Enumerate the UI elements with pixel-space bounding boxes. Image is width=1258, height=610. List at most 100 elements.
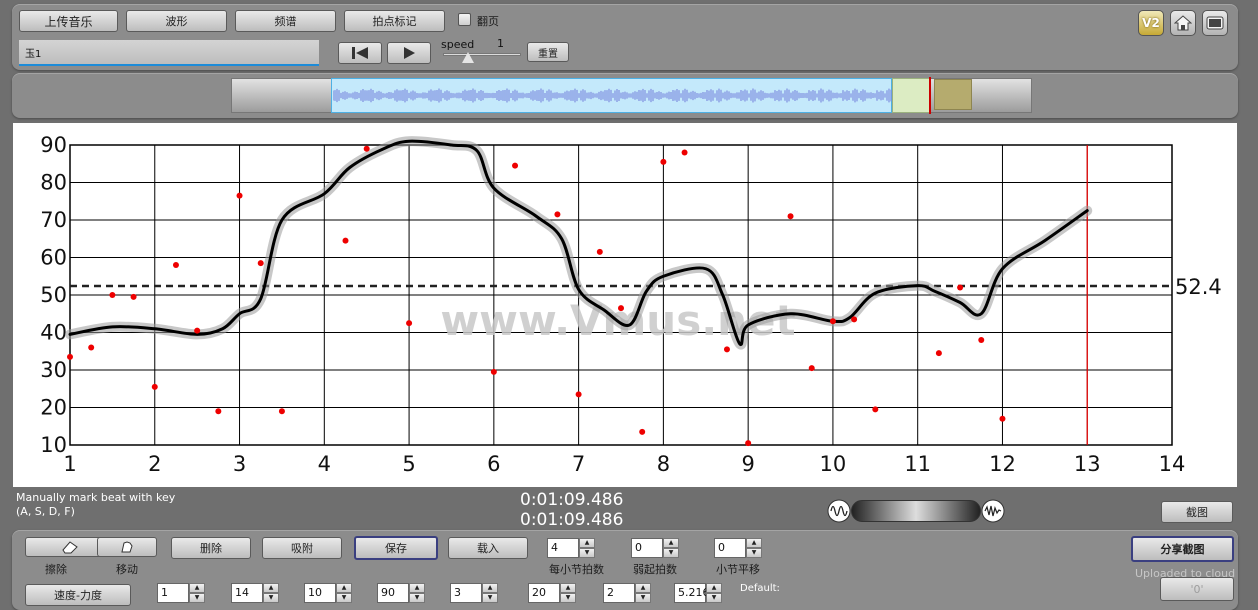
beat-point[interactable] (999, 415, 1006, 422)
parameter-stepper[interactable]: 10 ▲ ▼ (304, 583, 352, 603)
beat-point[interactable] (596, 248, 603, 255)
wave-left-icon[interactable] (827, 499, 851, 523)
beat-point[interactable] (639, 428, 646, 435)
beat-marking-button[interactable]: 拍点标记 (344, 10, 445, 32)
waveform-button[interactable]: 波形 (126, 10, 227, 32)
beat-point[interactable] (512, 162, 519, 169)
increment-icon[interactable]: ▲ (746, 538, 762, 548)
beat-point[interactable] (681, 149, 688, 156)
increment-icon[interactable]: ▲ (409, 583, 425, 593)
partial-button[interactable]: '0' (1160, 577, 1234, 601)
bar-shift-stepper[interactable]: 0 ▲ ▼ (714, 538, 762, 558)
beats-per-bar-value[interactable]: 4 (547, 538, 579, 558)
beat-point[interactable] (872, 406, 879, 413)
increment-icon[interactable]: ▲ (560, 583, 576, 593)
beat-point[interactable] (490, 368, 497, 375)
beat-point[interactable] (957, 284, 964, 291)
speed-slider-track[interactable] (443, 53, 521, 56)
beat-point[interactable] (935, 350, 942, 357)
speed-strength-button[interactable]: 速度-力度 (25, 584, 131, 606)
reset-button[interactable]: 重置 (527, 42, 569, 62)
v2-button[interactable]: V2 (1138, 10, 1164, 36)
previous-button[interactable] (338, 42, 382, 64)
move-button[interactable] (97, 537, 157, 557)
beat-point[interactable] (67, 353, 73, 360)
overview-playhead[interactable] (929, 77, 931, 114)
decrement-icon[interactable]: ▼ (663, 548, 679, 558)
beat-point[interactable] (172, 262, 179, 268)
beat-point[interactable] (723, 346, 730, 353)
beat-point[interactable] (151, 383, 158, 390)
beat-point[interactable] (829, 318, 836, 325)
beat-point[interactable] (745, 440, 752, 447)
tempo-chart[interactable]: 1 2 3 4 5 6 7 8 9 10 11 12 13 14102030405060708090www… (13, 123, 1237, 487)
beat-point[interactable] (88, 344, 95, 351)
increment-icon[interactable]: ▲ (579, 538, 595, 548)
wave-right-icon[interactable] (981, 499, 1005, 523)
window-button[interactable] (1202, 10, 1228, 36)
home-button[interactable] (1170, 10, 1196, 36)
decrement-icon[interactable]: ▼ (336, 593, 352, 603)
screenshot-button[interactable]: 截图 (1161, 501, 1233, 523)
share-screenshot-button[interactable]: 分享截图 (1131, 536, 1234, 562)
decrement-icon[interactable]: ▼ (189, 593, 205, 603)
decrement-icon[interactable]: ▼ (409, 593, 425, 603)
beat-point[interactable] (554, 211, 561, 218)
beat-point[interactable] (808, 365, 815, 372)
parameter-stepper[interactable]: 14 ▲ ▼ (231, 583, 279, 603)
pickup-beats-value[interactable]: 0 (631, 538, 663, 558)
increment-icon[interactable]: ▲ (706, 583, 722, 593)
snap-button[interactable]: 吸附 (262, 537, 342, 559)
beat-point[interactable] (363, 145, 370, 152)
parameter-stepper[interactable]: 1 ▲ ▼ (157, 583, 205, 603)
beat-point[interactable] (109, 292, 116, 298)
parameter-stepper[interactable]: 90 ▲ ▼ (377, 583, 425, 603)
parameter-value[interactable]: 3 (450, 583, 482, 603)
increment-icon[interactable]: ▲ (263, 583, 279, 593)
upload-music-button[interactable]: 上传音乐 (19, 10, 118, 32)
beat-point[interactable] (575, 391, 582, 398)
decrement-icon[interactable]: ▼ (482, 593, 498, 603)
increment-icon[interactable]: ▲ (336, 583, 352, 593)
beat-point[interactable] (130, 293, 137, 300)
beat-point[interactable] (851, 316, 858, 323)
parameter-value[interactable]: 20 (528, 583, 560, 603)
save-button[interactable]: 保存 (354, 536, 438, 560)
beat-point[interactable] (194, 327, 201, 334)
bar-shift-value[interactable]: 0 (714, 538, 746, 558)
parameter-stepper[interactable]: 2 ▲ ▼ (603, 583, 651, 603)
play-button[interactable] (387, 42, 431, 64)
beat-point[interactable] (236, 192, 243, 199)
parameter-value[interactable]: 5.2163 (674, 583, 717, 603)
spectrum-button[interactable]: 频谱 (235, 10, 336, 32)
beat-point[interactable] (257, 260, 264, 267)
parameter-value[interactable]: 2 (603, 583, 635, 603)
decrement-icon[interactable]: ▼ (579, 548, 595, 558)
parameter-stepper[interactable]: 3 ▲ ▼ (450, 583, 498, 603)
beat-point[interactable] (342, 237, 349, 244)
beat-point[interactable] (215, 408, 222, 415)
parameter-value[interactable]: 1 (157, 583, 189, 603)
beats-per-bar-stepper[interactable]: 4 ▲ ▼ (547, 538, 595, 558)
parameter-stepper[interactable]: 20 ▲ ▼ (528, 583, 576, 603)
beat-point[interactable] (978, 337, 985, 343)
increment-icon[interactable]: ▲ (189, 583, 205, 593)
beat-point[interactable] (618, 305, 624, 312)
beat-point[interactable] (787, 213, 794, 220)
flip-page-checkbox[interactable] (458, 13, 471, 26)
increment-icon[interactable]: ▲ (482, 583, 498, 593)
beat-point[interactable] (278, 408, 285, 415)
song-name-field[interactable]: 玉1 (19, 40, 319, 66)
parameter-stepper[interactable]: 5.2163 ▲ ▼ (674, 583, 722, 603)
parameter-value[interactable]: 90 (377, 583, 409, 603)
beat-point[interactable] (406, 320, 413, 327)
parameter-value[interactable]: 10 (304, 583, 336, 603)
beat-point[interactable] (660, 158, 667, 165)
decrement-icon[interactable]: ▼ (706, 593, 722, 603)
parameter-value[interactable]: 14 (231, 583, 263, 603)
load-button[interactable]: 载入 (448, 537, 528, 559)
speed-slider-thumb[interactable] (462, 52, 474, 63)
pickup-beats-stepper[interactable]: 0 ▲ ▼ (631, 538, 679, 558)
decrement-icon[interactable]: ▼ (263, 593, 279, 603)
decrement-icon[interactable]: ▼ (746, 548, 762, 558)
